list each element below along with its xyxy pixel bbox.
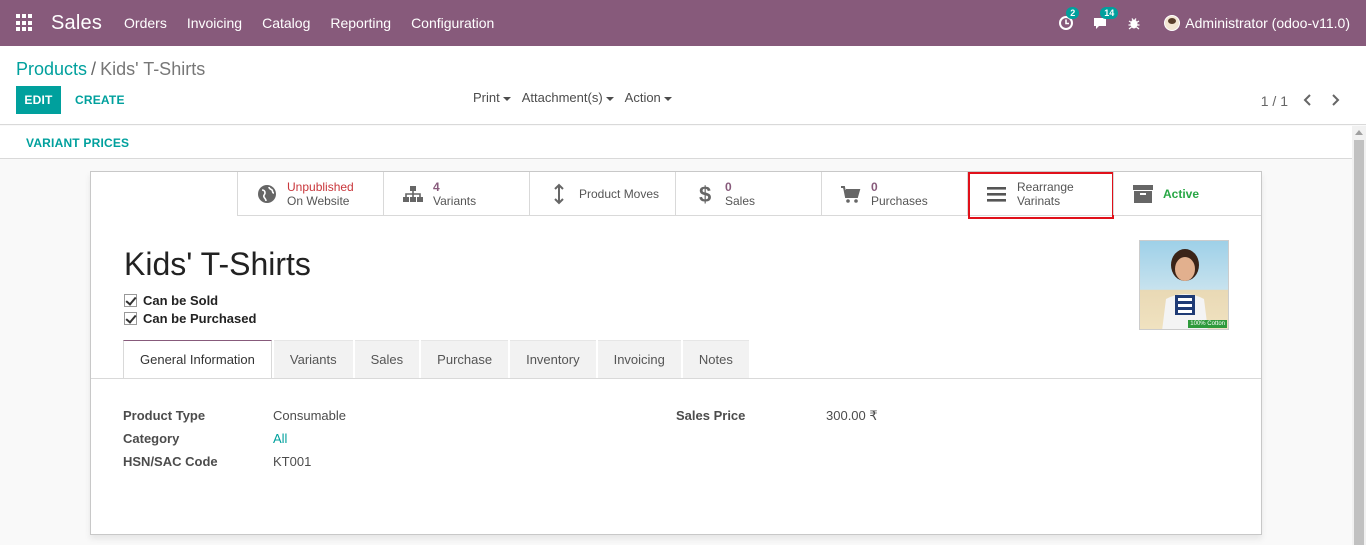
tab-inventory[interactable]: Inventory (510, 340, 596, 378)
product-image[interactable]: 100% Cotton (1139, 240, 1229, 330)
sales-price-value: 300.00 ₹ (826, 408, 878, 423)
website-caption: On Website (287, 193, 350, 208)
form-sheet: Unpublished On Website 4 Variants Product … (90, 171, 1262, 535)
apps-grid-icon[interactable] (16, 14, 34, 32)
can-be-sold-row: Can be Sold (124, 293, 218, 308)
breadcrumb-current: Kids' T-Shirts (100, 59, 206, 79)
hsn-sac-code-value: KT001 (273, 454, 312, 469)
user-menu[interactable]: Administrator (odoo-v11.0) (1164, 15, 1350, 31)
hsn-sac-code-label: HSN/SAC Code (123, 454, 218, 469)
breadcrumb: Products / Kids' T-Shirts (16, 59, 205, 80)
breadcrumb-products-link[interactable]: Products (16, 59, 87, 79)
purchases-button[interactable]: 0 Purchases (821, 172, 967, 215)
chevron-left-icon (1303, 94, 1311, 106)
tab-notes[interactable]: Notes (682, 340, 749, 378)
can-be-purchased-checkbox[interactable] (124, 312, 137, 325)
top-navbar: Sales Orders Invoicing Catalog Reporting… (0, 0, 1366, 46)
tab-sales[interactable]: Sales (354, 340, 420, 378)
tab-variants[interactable]: Variants (273, 340, 353, 378)
sales-price-label: Sales Price (676, 408, 746, 423)
sidebar-actions: Print Attachment(s) Action (473, 90, 683, 105)
category-label: Category (123, 431, 180, 446)
menu-configuration[interactable]: Configuration (401, 15, 504, 31)
pager-next-button[interactable] (1327, 90, 1343, 110)
sales-button[interactable]: $ 0 Sales (675, 172, 821, 215)
attachments-label: Attachment(s) (521, 90, 603, 105)
product-moves-button[interactable]: Product Moves (529, 172, 675, 215)
menu-orders[interactable]: Orders (114, 15, 177, 31)
can-be-purchased-label: Can be Purchased (143, 311, 257, 326)
menu-reporting[interactable]: Reporting (320, 15, 401, 31)
variants-button[interactable]: 4 Variants (383, 172, 529, 215)
notebook-tabs: General Information Variants Sales Purch… (123, 340, 751, 379)
print-dropdown[interactable]: Print (473, 90, 511, 105)
product-type-label: Product Type (123, 408, 206, 423)
pager-value[interactable]: 1 / 1 (1261, 93, 1288, 109)
dollar-icon: $ (699, 183, 711, 205)
can-be-purchased-row: Can be Purchased (124, 311, 256, 326)
scroll-up-arrow-icon[interactable] (1355, 130, 1363, 135)
active-toggle-button[interactable]: Active (1113, 172, 1259, 215)
product-type-value: Consumable (273, 408, 346, 423)
edit-button[interactable]: EDIT (16, 86, 61, 114)
print-label: Print (473, 90, 500, 105)
messages-count-badge: 14 (1100, 7, 1119, 19)
sitemap-icon (403, 185, 423, 202)
variants-caption: Variants (433, 193, 477, 208)
action-label: Action (624, 90, 661, 105)
website-status: Unpublished (287, 179, 354, 194)
caret-down-icon (605, 96, 614, 101)
can-be-sold-checkbox[interactable] (124, 294, 137, 307)
svg-text:$: $ (699, 183, 711, 205)
cart-icon (841, 185, 861, 203)
page-scrollbar[interactable] (1352, 126, 1366, 545)
tab-invoicing[interactable]: Invoicing (597, 340, 681, 378)
app-name[interactable]: Sales (51, 12, 102, 35)
variants-count: 4 (433, 179, 440, 194)
rearrange-caption-1: Rearrange (1017, 179, 1074, 194)
chevron-right-icon (1332, 94, 1340, 106)
active-status: Active (1163, 186, 1200, 201)
image-caption: 100% Cotton (1188, 320, 1227, 328)
menu-invoicing[interactable]: Invoicing (177, 15, 252, 31)
tabs-divider (91, 378, 1261, 379)
variant-prices-button[interactable]: VARIANT PRICES (26, 136, 129, 150)
action-dropdown[interactable]: Action (625, 90, 672, 105)
menu-catalog[interactable]: Catalog (252, 15, 320, 31)
create-button[interactable]: CREATE (75, 86, 125, 114)
sales-count: 0 (725, 179, 732, 194)
messages-icon[interactable]: 14 (1092, 7, 1119, 31)
category-link[interactable]: All (273, 431, 287, 446)
arrows-v-icon (554, 183, 564, 204)
archive-icon (1133, 184, 1153, 203)
product-photo (1162, 249, 1208, 329)
globe-icon (258, 184, 276, 203)
website-publish-button[interactable]: Unpublished On Website (237, 172, 383, 215)
sales-caption: Sales (725, 193, 756, 208)
scrollbar-thumb[interactable] (1354, 140, 1364, 545)
caret-down-icon (663, 96, 672, 101)
debug-bug-icon[interactable] (1126, 15, 1142, 31)
smart-button-box: Unpublished On Website 4 Variants Product … (237, 172, 1261, 219)
tab-general-information[interactable]: General Information (123, 340, 272, 379)
bars-icon (987, 186, 1006, 202)
activity-clock-icon[interactable]: 2 (1058, 7, 1080, 31)
product-name: Kids' T-Shirts (124, 246, 311, 282)
caret-down-icon (502, 96, 511, 101)
breadcrumb-separator: / (91, 59, 97, 79)
user-name: Administrator (odoo-v11.0) (1185, 15, 1350, 31)
rearrange-variants-button[interactable]: Rearrange Varinats (967, 172, 1114, 219)
purchases-count: 0 (871, 179, 878, 194)
form-statusbar: VARIANT PRICES (0, 126, 1352, 159)
tab-purchase[interactable]: Purchase (421, 340, 509, 378)
pager-previous-button[interactable] (1300, 90, 1316, 110)
user-avatar (1164, 15, 1181, 31)
attachments-dropdown[interactable]: Attachment(s) (522, 90, 614, 105)
product-moves-caption: Product Moves (579, 186, 660, 201)
control-panel: Products / Kids' T-Shirts EDIT CREATE Prin… (0, 46, 1366, 125)
rearrange-caption-2: Varinats (1017, 193, 1061, 208)
purchases-caption: Purchases (871, 193, 928, 208)
can-be-sold-label: Can be Sold (143, 293, 219, 308)
activity-count-badge: 2 (1066, 7, 1080, 19)
